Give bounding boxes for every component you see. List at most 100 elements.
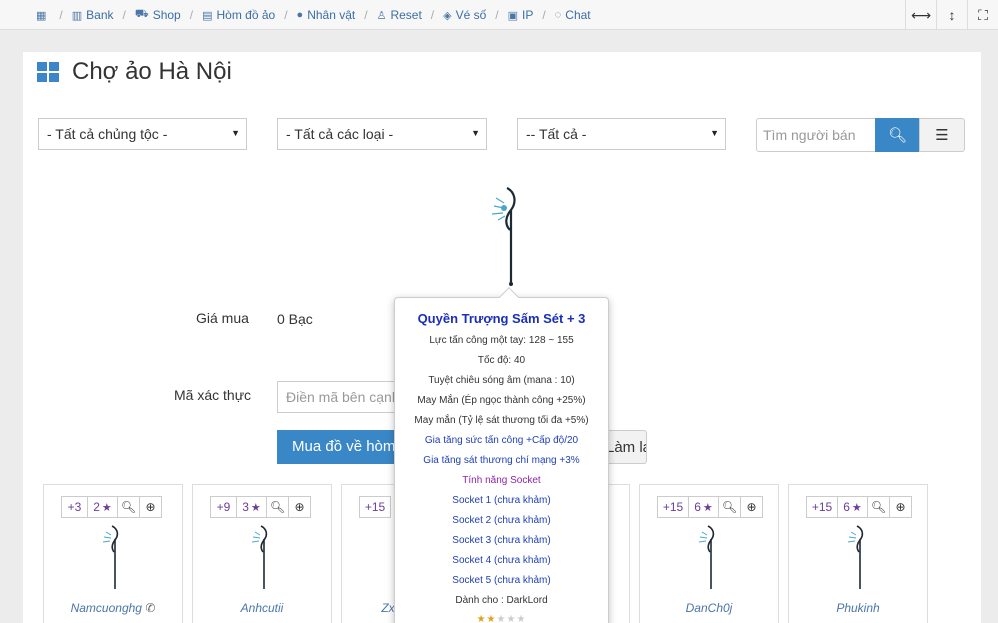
- tooltip-line: Socket 1 (chưa khảm): [452, 495, 551, 506]
- nav-shop[interactable]: ⛟ Shop: [135, 8, 181, 22]
- rating-stars: ★★★★★: [395, 614, 608, 623]
- zoom-in-icon: ⊕: [895, 500, 906, 514]
- page-title: Chợ ảo Hà Nội: [72, 58, 232, 85]
- phone-icon: ✆: [145, 601, 156, 615]
- level-badge: +15: [657, 496, 689, 518]
- zoom-in-button[interactable]: ⊕: [889, 496, 912, 518]
- expand-vertical-button[interactable]: ↕: [936, 0, 967, 30]
- star-icon: ★: [101, 501, 112, 514]
- inspect-button[interactable]: 🔍︎: [117, 496, 140, 518]
- caret-down-icon: ▼: [231, 128, 240, 138]
- nav-ip[interactable]: ▣ IP: [508, 8, 534, 22]
- seller-name[interactable]: DanCh0j: [640, 601, 778, 615]
- nav-reset[interactable]: ♙ Reset: [377, 8, 422, 22]
- inspect-button[interactable]: 🔍︎: [266, 496, 289, 518]
- caret-down-icon: ▼: [710, 128, 719, 138]
- ticket-icon: ◈: [443, 9, 452, 22]
- tooltip-line: Socket 3 (chưa khảm): [452, 535, 551, 546]
- windows-icon: [37, 62, 59, 82]
- inspect-button[interactable]: 🔍︎: [718, 496, 741, 518]
- zoom-in-button[interactable]: ⊕: [288, 496, 311, 518]
- excellent-badge: 6 ★: [837, 496, 868, 518]
- fullscreen-button[interactable]: ⛶: [967, 0, 998, 30]
- arrows-horizontal-icon: ⟷: [910, 6, 932, 23]
- search-icon: 🔍︎: [120, 500, 137, 514]
- chat-icon: ◌: [554, 9, 562, 21]
- bank-icon: ▥: [71, 9, 83, 22]
- seller-search-input[interactable]: Tìm người bán: [756, 118, 876, 152]
- list-icon: ☰: [935, 127, 949, 144]
- item-card[interactable]: +9 3 ★ 🔍︎ ⊕ Anhcutii: [192, 484, 332, 623]
- star-filled-icon: ★: [486, 614, 497, 623]
- reset-icon: ♙: [376, 9, 387, 22]
- tooltip-line: Socket 2 (chưa khảm): [452, 515, 551, 526]
- selected-item-image: [491, 187, 516, 286]
- zoom-in-icon: ⊕: [746, 500, 757, 514]
- page-header: Chợ ảo Hà Nội: [37, 58, 232, 86]
- tooltip-line: Tính năng Socket: [462, 475, 541, 486]
- nav-chat[interactable]: ◌ Chat: [555, 8, 591, 22]
- search-icon: 🔍︎: [721, 500, 738, 514]
- nav-character[interactable]: ● Nhân vật: [297, 8, 356, 22]
- level-badge: +15: [806, 496, 838, 518]
- star-filled-icon: ★: [476, 614, 487, 623]
- nav-calendar[interactable]: ▦: [36, 9, 50, 22]
- calendar-icon: ▦: [36, 9, 47, 22]
- seller-name[interactable]: Anhcutii: [193, 601, 331, 615]
- seller-name[interactable]: Namcuonghg ✆: [44, 601, 182, 615]
- star-icon: ★: [851, 501, 862, 514]
- search-icon: 🔍︎: [269, 500, 286, 514]
- item-image: [102, 525, 119, 589]
- inspect-button[interactable]: 🔍︎: [867, 496, 890, 518]
- excellent-badge: 3 ★: [236, 496, 267, 518]
- tooltip-line: Gia tăng sức tấn công +Cấp độ/20: [424, 435, 579, 446]
- star-empty-icon: ★: [496, 614, 507, 623]
- price-value: 0 Bạc: [277, 311, 313, 327]
- type-select[interactable]: - Tất cả các loại - ▼: [277, 118, 487, 150]
- zoom-in-button[interactable]: ⊕: [740, 496, 763, 518]
- captcha-input[interactable]: Điền mã bên cạnh: [277, 381, 397, 413]
- list-view-button[interactable]: ☰: [919, 118, 965, 152]
- caret-down-icon: ▼: [471, 128, 480, 138]
- seller-name[interactable]: Phukinh: [789, 601, 927, 615]
- nav-lottery[interactable]: ◈ Vé số: [443, 8, 486, 22]
- tooltip-line: Socket 5 (chưa khảm): [452, 575, 551, 586]
- nav-bank[interactable]: ▥ Bank: [72, 8, 114, 22]
- zoom-in-button[interactable]: ⊕: [139, 496, 162, 518]
- briefcase-icon: ▤: [202, 9, 213, 22]
- tooltip-line: Lực tấn công một tay: 128 ~ 155: [429, 335, 574, 346]
- tooltip-line: May mắn (Tỷ lệ sát thương tối đa +5%): [414, 415, 589, 426]
- zoom-in-icon: ⊕: [294, 500, 305, 514]
- star-empty-icon: ★: [506, 614, 517, 623]
- tooltip-line: May Mắn (Ép ngọc thành công +25%): [417, 395, 586, 406]
- fullscreen-icon: ⛶: [978, 6, 988, 23]
- expand-horizontal-button[interactable]: ⟷: [905, 0, 936, 30]
- all-select[interactable]: -- Tất cả - ▼: [517, 118, 726, 150]
- item-card[interactable]: +3 2 ★ 🔍︎ ⊕ Namcuonghg ✆: [43, 484, 183, 623]
- excellent-badge: 2 ★: [87, 496, 118, 518]
- item-tooltip: Quyền Trượng Sấm Sét + 3 Lực tấn công mộ…: [394, 287, 609, 623]
- arrows-vertical-icon: ↕: [948, 7, 956, 23]
- tooltip-title: Quyền Trượng Sấm Sét + 3: [417, 311, 586, 326]
- nav-inventory[interactable]: ▤ Hòm đồ ảo: [202, 8, 275, 22]
- tooltip-line: Dành cho : DarkLord: [455, 595, 548, 606]
- zoom-in-icon: ⊕: [145, 500, 156, 514]
- level-badge: +15: [359, 496, 391, 518]
- buy-button[interactable]: Mua đồ về hòm: [277, 430, 397, 464]
- item-card[interactable]: +15 6 ★ 🔍︎ ⊕ DanCh0j: [639, 484, 779, 623]
- user-icon: ●: [296, 9, 304, 21]
- top-navbar: ▦ / ▥ Bank / ⛟ Shop / ▤ Hòm đồ ảo / ● Nhân v…: [0, 0, 998, 30]
- race-select[interactable]: - Tất cả chủng tộc - ▼: [38, 118, 247, 150]
- search-button[interactable]: 🔍︎: [875, 118, 920, 152]
- level-badge: +9: [210, 496, 237, 518]
- star-icon: ★: [702, 501, 713, 514]
- excellent-badge: 6 ★: [688, 496, 719, 518]
- tooltip-line: Tuyệt chiêu sóng âm (mana : 10): [428, 375, 575, 386]
- tooltip-line: Socket 4 (chưa khảm): [452, 555, 551, 566]
- captcha-label: Mã xác thực: [174, 387, 252, 403]
- item-card[interactable]: +15 6 ★ 🔍︎ ⊕ Phukinh: [788, 484, 928, 623]
- search-icon: 🔍︎: [887, 127, 908, 144]
- lock-icon: ▣: [507, 9, 519, 22]
- breadcrumb: ▦ / ▥ Bank / ⛟ Shop / ▤ Hòm đồ ảo / ● Nhân v…: [36, 8, 591, 22]
- window-tools: ⟷ ↕ ⛶: [905, 0, 998, 30]
